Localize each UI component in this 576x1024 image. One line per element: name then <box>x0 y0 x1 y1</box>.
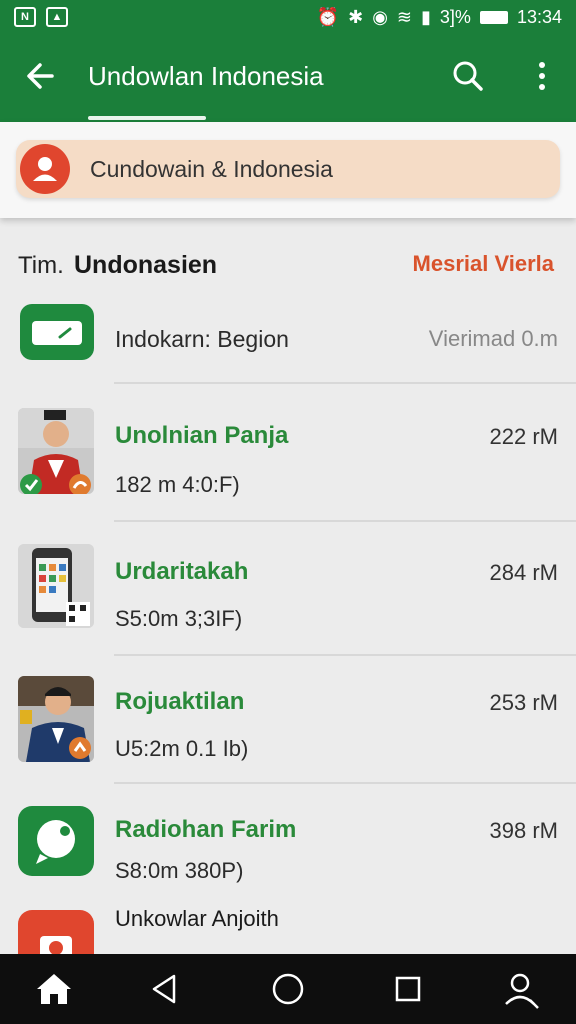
clock-icon: ◉ <box>372 6 388 27</box>
status-time: 13:34 <box>516 6 562 27</box>
person-photo <box>18 676 94 762</box>
header-link[interactable]: Mesrial Vierla <box>413 251 554 277</box>
battery-icon <box>479 10 508 24</box>
item-title: Urdaritakah <box>115 558 249 585</box>
divider <box>114 382 576 384</box>
back-triangle-icon[interactable] <box>144 968 186 1010</box>
banner-label: Cundowain & Indonesia <box>90 156 333 182</box>
notification-icon: N <box>14 7 36 27</box>
status-bar: N ▲ ⏰ ✱ ◉ ≋ ▮ 3]% 13:34 <box>0 0 576 34</box>
item-title: Unkowlar Anjoith <box>115 906 279 931</box>
item-subtitle: U5:2m 0.1 Ib) <box>115 736 249 761</box>
divider <box>114 520 576 522</box>
tab-indicator <box>88 116 206 120</box>
recents-icon[interactable] <box>387 968 429 1010</box>
alarm-icon: ⏰ <box>316 6 340 27</box>
item-subtitle: S8:0m 380P) <box>115 858 244 883</box>
person-icon <box>20 144 70 194</box>
home-circle-icon[interactable] <box>267 968 309 1010</box>
bluetooth-icon: ✱ <box>348 6 364 27</box>
item-time: 222 rM <box>489 424 558 449</box>
row-title: Indokarn: Begion <box>115 326 289 352</box>
battery-percent: 3]% <box>439 6 471 27</box>
item-title: Rojuaktilan <box>115 688 245 715</box>
item-subtitle: 182 m 4:0:F) <box>115 472 240 497</box>
camera-icon <box>18 910 94 954</box>
wallet-icon <box>20 304 94 360</box>
chat-icon <box>18 806 94 876</box>
item-time: 284 rM <box>489 560 558 585</box>
item-subtitle: S5:0m 3;3IF) <box>115 606 243 631</box>
item-title: Unolnian Panja <box>115 422 289 449</box>
home-icon[interactable] <box>33 968 75 1010</box>
system-nav-bar <box>0 954 576 1024</box>
list-item[interactable]: Urdaritakah S5:0m 3;3IF) 284 rM <box>0 524 576 656</box>
list-header: Tim. Undonasien Mesrial Vierla <box>0 240 576 290</box>
phone-photo <box>18 544 94 628</box>
more-vert-icon[interactable] <box>522 56 562 96</box>
back-arrow-icon[interactable] <box>22 54 62 109</box>
page-title: Undowlan Indonesia <box>88 61 324 91</box>
list-item[interactable]: Radiohan Farim S8:0m 380P) 398 rM <box>0 786 576 898</box>
account-icon[interactable] <box>500 968 542 1010</box>
banner-area: Cundowain & Indonesia <box>0 122 576 218</box>
item-time: 398 rM <box>489 818 558 843</box>
item-time: 253 rM <box>489 690 558 715</box>
divider <box>114 782 576 784</box>
header-prefix: Tim. <box>18 252 64 279</box>
person-photo <box>18 408 94 494</box>
image-icon: ▲ <box>46 7 68 27</box>
list-item[interactable]: Indokarn: Begion Vierimad 0.m <box>0 296 576 384</box>
account-banner[interactable]: Cundowain & Indonesia <box>16 140 560 198</box>
wifi-icon: ≋ <box>396 6 413 27</box>
list-item[interactable]: Unolnian Panja 182 m 4:0:F) 222 rM <box>0 388 576 522</box>
app-bar: Undowlan Indonesia <box>0 34 576 122</box>
header-title: Undonasien <box>74 251 218 279</box>
signal-icon: ▮ <box>421 6 431 27</box>
list-item[interactable]: Rojuaktilan U5:2m 0.1 Ib) 253 rM <box>0 656 576 784</box>
item-title: Radiohan Farim <box>115 816 297 843</box>
list-item[interactable]: Unkowlar Anjoith <box>0 898 576 954</box>
row-meta: Vierimad 0.m <box>428 326 558 351</box>
search-icon[interactable] <box>448 56 488 96</box>
